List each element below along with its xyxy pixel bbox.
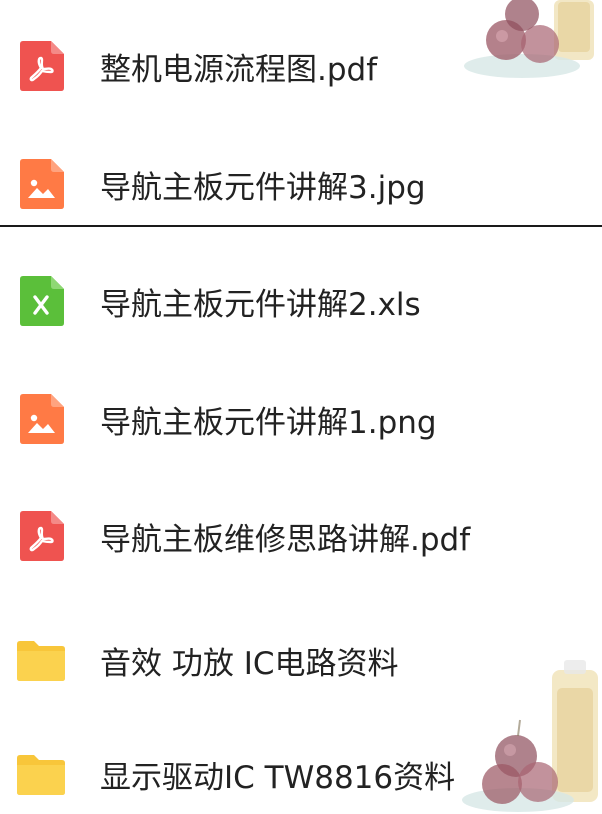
divider <box>0 225 602 227</box>
folder-icon <box>15 634 67 686</box>
file-name: 音效 功放 IC电路资料 <box>100 645 399 682</box>
file-row-xls-nav-board-2[interactable]: 导航主板元件讲解2.xls <box>0 261 602 341</box>
file-row-folder-display-driver[interactable]: 显示驱动IC TW8816资料 <box>0 734 602 814</box>
file-name: 导航主板元件讲解1.png <box>100 404 437 441</box>
image-file-icon <box>15 158 67 210</box>
file-list: 整机电源流程图.pdf 导航主板元件讲解3.jpg 导航主板元件讲解2.xls <box>0 0 602 814</box>
file-name: 整机电源流程图.pdf <box>100 51 378 88</box>
file-row-folder-audio-amp[interactable]: 音效 功放 IC电路资料 <box>0 620 602 700</box>
image-file-icon <box>15 393 67 445</box>
file-row-jpg-nav-board-3[interactable]: 导航主板元件讲解3.jpg <box>0 144 602 224</box>
excel-file-icon <box>15 275 67 327</box>
file-row-pdf-power-flow[interactable]: 整机电源流程图.pdf <box>0 26 602 106</box>
folder-icon <box>15 748 67 800</box>
file-name: 显示驱动IC TW8816资料 <box>100 759 456 796</box>
file-name: 导航主板元件讲解2.xls <box>100 286 421 323</box>
file-name: 导航主板元件讲解3.jpg <box>100 169 426 206</box>
pdf-file-icon <box>15 510 67 562</box>
file-name: 导航主板维修思路讲解.pdf <box>100 521 471 558</box>
pdf-file-icon <box>15 40 67 92</box>
file-row-pdf-repair-guide[interactable]: 导航主板维修思路讲解.pdf <box>0 496 602 576</box>
file-row-png-nav-board-1[interactable]: 导航主板元件讲解1.png <box>0 379 602 459</box>
